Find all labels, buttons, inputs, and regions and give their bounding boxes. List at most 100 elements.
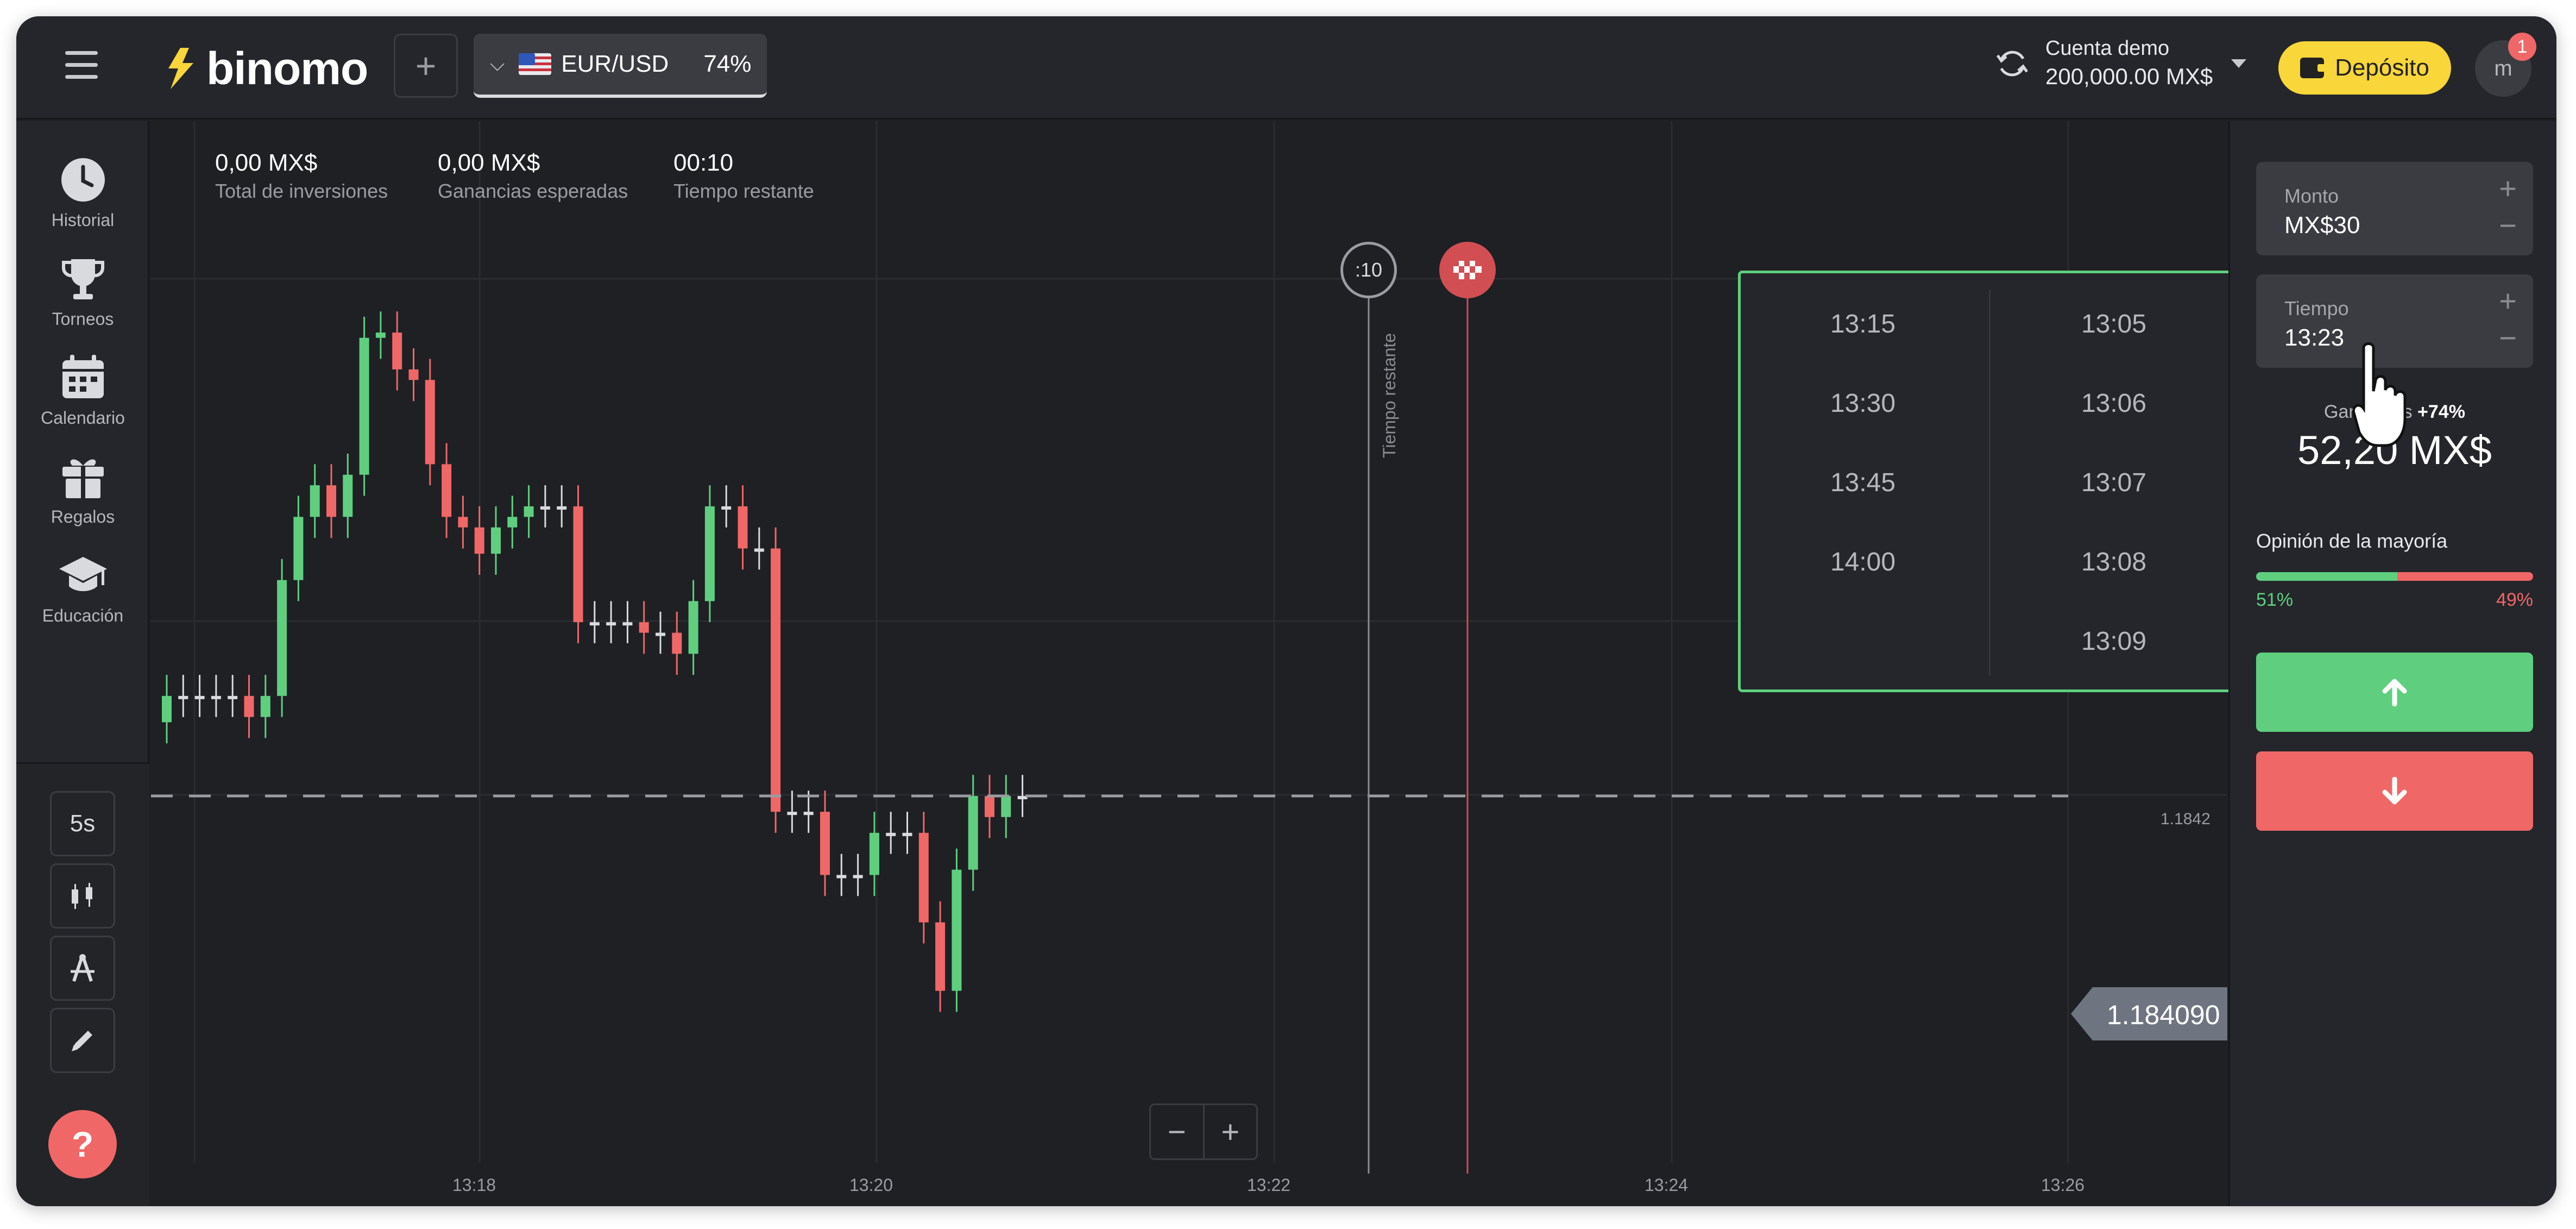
candle-body	[672, 632, 682, 654]
caret-down-icon	[2231, 59, 2247, 68]
asset-tab[interactable]: ⌵ EUR/USD 74%	[474, 34, 767, 98]
sidebar-item-label: Calendario	[41, 408, 125, 428]
candle-body	[688, 601, 698, 654]
candle-body	[787, 812, 797, 816]
majority-bar	[2256, 572, 2533, 581]
candle-body	[557, 506, 567, 510]
sidebar-item-historial[interactable]: Historial	[16, 155, 149, 247]
candle-body	[375, 333, 386, 338]
candle-body	[656, 632, 665, 636]
left-sidebar: Historial Torneos Calendario Regalos Edu…	[16, 121, 149, 1206]
purchase-timer-badge: :10	[1340, 242, 1397, 298]
timeframe-button[interactable]: 5s	[50, 791, 115, 856]
candle-body	[902, 832, 912, 836]
zoom-out-button[interactable]: −	[1151, 1105, 1205, 1158]
remaining-time-vertical-label: Tiempo restante	[1380, 333, 1399, 458]
time-value[interactable]: 13:23	[2284, 324, 2344, 352]
sidebar-item-regalos[interactable]: Regalos	[16, 452, 149, 544]
x-axis-tick: 13:18	[452, 1175, 496, 1195]
notification-badge: 1	[2508, 33, 2536, 61]
logo[interactable]: binomo	[164, 41, 368, 96]
candle-body	[392, 333, 402, 369]
candle-body	[359, 337, 369, 475]
refresh-icon	[1996, 51, 2029, 76]
time-option[interactable]: 13:15	[1741, 294, 1985, 354]
candle-body	[968, 796, 978, 870]
candle-body	[326, 485, 336, 517]
indicators-button[interactable]	[50, 936, 115, 1001]
amount-decrease-button[interactable]: −	[2499, 208, 2517, 243]
candle-body	[836, 875, 847, 879]
time-label: Tiempo	[2284, 297, 2349, 319]
stat-label: Ganancias esperadas	[438, 180, 628, 202]
candle-body	[738, 506, 748, 549]
time-option[interactable]: 13:09	[1992, 611, 2236, 671]
majority-title: Opinión de la mayoría	[2256, 530, 2448, 552]
time-option[interactable]: 13:05	[1992, 294, 2236, 354]
current-price-tag: 1.184090	[2071, 987, 2227, 1040]
amount-increase-button[interactable]: +	[2499, 171, 2517, 206]
time-decrease-button[interactable]: −	[2499, 320, 2517, 355]
logo-bolt-icon	[168, 48, 193, 89]
candle-body	[704, 506, 715, 601]
candle-body	[869, 832, 879, 875]
candle-body	[228, 695, 238, 699]
gift-icon	[62, 459, 104, 498]
add-asset-tab-button[interactable]: +	[394, 34, 458, 98]
trophy-icon	[61, 259, 104, 299]
asset-payout: 74%	[703, 51, 752, 77]
majority-down-percent: 49%	[2496, 590, 2533, 610]
candle-body	[310, 485, 320, 517]
deposit-button[interactable]: Depósito	[2278, 41, 2451, 95]
candle-body	[935, 922, 946, 991]
help-button[interactable]: ?	[48, 1110, 117, 1178]
pencil-icon	[72, 1031, 92, 1051]
indicators-icon	[71, 954, 95, 982]
zoom-controls: − +	[1149, 1103, 1258, 1160]
chart-type-button[interactable]	[50, 863, 115, 929]
candle-body	[408, 369, 419, 380]
drawing-tools-button[interactable]	[50, 1008, 115, 1073]
hamburger-menu-icon[interactable]	[65, 47, 101, 83]
price-chart[interactable]: 0,00 MX$ Total de inversiones 0,00 MX$ G…	[151, 121, 2240, 1206]
time-option[interactable]: 13:30	[1741, 373, 1985, 433]
calendar-icon	[62, 355, 104, 398]
account-type: Cuenta demo	[2045, 37, 2170, 60]
asset-name: EUR/USD	[561, 51, 669, 77]
x-axis-tick: 13:24	[1645, 1175, 1689, 1195]
candle-body	[589, 622, 600, 626]
amount-label: Monto	[2284, 185, 2339, 207]
stat-value: 00:10	[673, 149, 734, 176]
time-option[interactable]: 14:00	[1741, 532, 1985, 592]
zoom-in-button[interactable]: +	[1205, 1105, 1257, 1158]
candle-body	[886, 832, 896, 836]
put-down-button[interactable]	[2256, 751, 2533, 831]
amount-field[interactable]: Monto MX$30 + −	[2256, 162, 2533, 255]
stat-label: Tiempo restante	[673, 180, 814, 202]
majority-opinion: Opinión de la mayoría 51% 49%	[2256, 530, 2533, 611]
time-option[interactable]: 13:45	[1741, 453, 1985, 512]
candle-body	[524, 506, 534, 517]
candle-body	[803, 812, 814, 816]
call-up-button[interactable]	[2256, 653, 2533, 732]
candle-body	[622, 622, 633, 626]
candle-body	[540, 506, 550, 510]
time-option[interactable]: 13:07	[1992, 453, 2236, 512]
time-option[interactable]: 13:06	[1992, 373, 2236, 433]
time-option[interactable]: 13:08	[1992, 532, 2236, 592]
amount-value[interactable]: MX$30	[2284, 212, 2360, 239]
candle-body	[211, 695, 221, 699]
candle-body	[771, 548, 781, 812]
sidebar-item-torneos[interactable]: Torneos	[16, 254, 149, 346]
sidebar-item-educacion[interactable]: Educación	[16, 550, 149, 643]
account-switcher[interactable]: Cuenta demo 200,000.00 MX$	[1993, 37, 2247, 90]
price-level-label: 1.1842	[2161, 810, 2210, 828]
sidebar-item-calendario[interactable]: Calendario	[16, 353, 149, 445]
graduation-cap-icon	[59, 557, 107, 591]
arrow-down-icon	[2382, 777, 2407, 805]
payout-bonus: +74%	[2417, 402, 2465, 422]
x-axis-tick: 13:20	[849, 1175, 893, 1195]
top-bar: binomo + ⌵ EUR/USD 74% Cuenta demo 200,0…	[16, 16, 2556, 120]
candle-body	[442, 464, 452, 517]
time-increase-button[interactable]: +	[2499, 283, 2517, 318]
